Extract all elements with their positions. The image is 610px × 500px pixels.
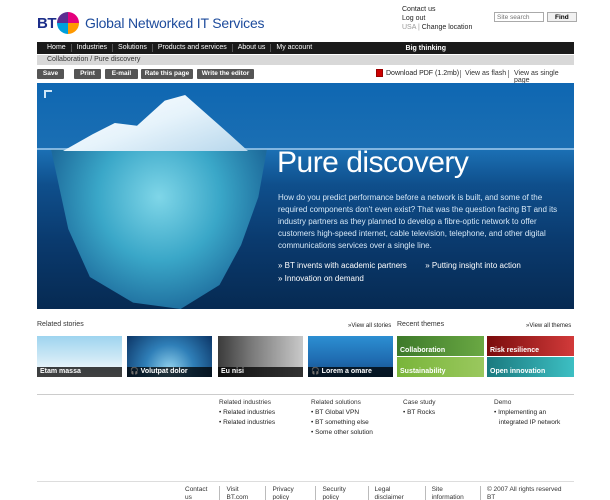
footer-privacy-policy[interactable]: Privacy policy [268,486,317,500]
main-nav: Home Industries Solutions Products and s… [37,42,574,54]
download-pdf-link[interactable]: Download PDF (1.2mb) [376,69,459,77]
list-title: Case study [403,399,436,406]
related-stories-title: Related stories [37,321,84,328]
related-industries-list: Related industries • Related industries … [219,398,275,428]
nav-my-account[interactable]: My account [271,44,317,52]
theme-open-innovation[interactable]: Open innovation [487,357,574,377]
site-name: Global Networked IT Services [85,15,265,31]
region-label: USA [402,24,417,31]
list-item-continued[interactable]: integrated IP network [494,418,560,428]
page: BT Global Networked IT Services Contact … [37,0,577,500]
list-item[interactable]: • BT something else [311,418,373,428]
region-separator: | [417,24,420,31]
hero-link-insight[interactable]: » Putting insight into action [425,259,521,272]
story-caption: 🎧 Volutpat dolor [127,367,212,377]
hero-banner: Pure discovery How do you predict perfor… [37,83,574,309]
view-flash-link[interactable]: View as flash [465,70,506,77]
list-item[interactable]: • Some other solution [311,428,373,438]
recent-themes-title: Recent themes [397,321,445,328]
rate-page-button[interactable]: Rate this page [141,69,193,79]
toolbar-separator [508,70,509,78]
log-out-link[interactable]: Log out [402,14,472,23]
write-editor-button[interactable]: Write the editor [197,69,254,79]
list-item[interactable]: • BT Global VPN [311,408,373,418]
list-item[interactable]: • Implementing an [494,408,560,418]
contact-us-link[interactable]: Contact us [402,5,472,14]
story-thumb-2[interactable]: 🎧 Volutpat dolor [127,336,212,377]
nav-industries[interactable]: Industries [72,44,114,52]
hero-link-academic[interactable]: » BT invents with academic partners [278,259,423,272]
footer-security-policy[interactable]: Security policy [318,486,369,500]
hero-title: Pure discovery [277,146,469,179]
footer-copyright: © 2007 All rights reserved BT [486,486,562,500]
email-button[interactable]: E-mail [105,69,138,79]
related-solutions-list: Related solutions • BT Global VPN • BT s… [311,398,373,438]
change-location-link[interactable]: Change location [422,24,473,31]
toolbar-separator [460,70,461,78]
view-all-themes-link[interactable]: »View all themes [526,323,571,329]
footer-divider [37,481,574,482]
hero-body: How do you predict performance before a … [278,193,558,250]
print-button[interactable]: Print [74,69,101,79]
story-thumb-1[interactable]: Etam massa [37,336,122,377]
list-title: Related solutions [311,399,361,406]
theme-sustainability[interactable]: Sustainability [397,357,484,377]
hero-link-innovation[interactable]: » Innovation on demand [278,272,364,285]
list-item[interactable]: • Related industries [219,418,275,428]
top-links: Contact us Log out USA | Change location [402,5,472,32]
footer-links: Contact us Visit BT.com Privacy policy S… [181,486,574,500]
case-study-list: Case study • BT Rocks [403,398,436,418]
breadcrumb: Collaboration / Pure discovery [37,55,574,65]
nav-products-services[interactable]: Products and services [153,44,233,52]
footer-site-information[interactable]: Site information [428,486,481,500]
nav-big-thinking[interactable]: Big thinking [406,45,446,52]
iceberg-underwater-image [51,149,267,309]
save-button[interactable]: Save [37,69,64,79]
iceberg-image [63,95,248,151]
theme-label: Open innovation [490,368,546,375]
search-input[interactable] [494,12,544,22]
footer-visit-bt[interactable]: Visit BT.com [222,486,267,500]
hero-links: » BT invents with academic partners » Pu… [278,259,568,285]
list-item[interactable]: • Related industries [219,408,275,418]
theme-label: Sustainability [400,368,446,375]
demo-list: Demo • Implementing an integrated IP net… [494,398,560,428]
nav-home[interactable]: Home [43,44,72,52]
theme-collaboration[interactable]: Collaboration [397,336,484,356]
theme-label: Collaboration [400,347,446,354]
headphones-icon: 🎧 [130,368,141,375]
search-bar: Find [494,12,577,22]
story-caption: Etam massa [37,367,122,377]
footer-contact-us[interactable]: Contact us [181,486,221,500]
corner-mark-icon [44,90,52,98]
headphones-icon: 🎧 [311,368,322,375]
bt-globe-icon [57,12,79,34]
download-pdf-label: Download PDF (1.2mb) [386,69,460,77]
brand-text: BT [37,14,57,32]
story-thumb-4[interactable]: 🎧 Lorem a omare [308,336,393,377]
nav-solutions[interactable]: Solutions [113,44,153,52]
list-item[interactable]: • BT Rocks [403,408,436,418]
section-divider [37,394,574,395]
view-all-stories-link[interactable]: »View all stories [348,323,391,329]
theme-risk-resilience[interactable]: Risk resilience [487,336,574,356]
bt-logo[interactable]: BT Global Networked IT Services [37,11,265,35]
story-caption: Eu nisi [218,367,303,377]
toolbar: Save Print E-mail Rate this page Write t… [37,69,574,84]
list-title: Demo [494,399,512,406]
theme-label: Risk resilience [490,347,540,354]
footer-legal-disclaimer[interactable]: Legal disclaimer [371,486,426,500]
list-title: Related industries [219,399,272,406]
view-single-page-link[interactable]: View as single page [514,70,574,84]
story-thumb-3[interactable]: Eu nisi [218,336,303,377]
find-button[interactable]: Find [547,12,577,22]
nav-about-us[interactable]: About us [233,44,272,52]
pdf-icon [376,69,383,77]
story-caption: 🎧 Lorem a omare [308,367,393,377]
